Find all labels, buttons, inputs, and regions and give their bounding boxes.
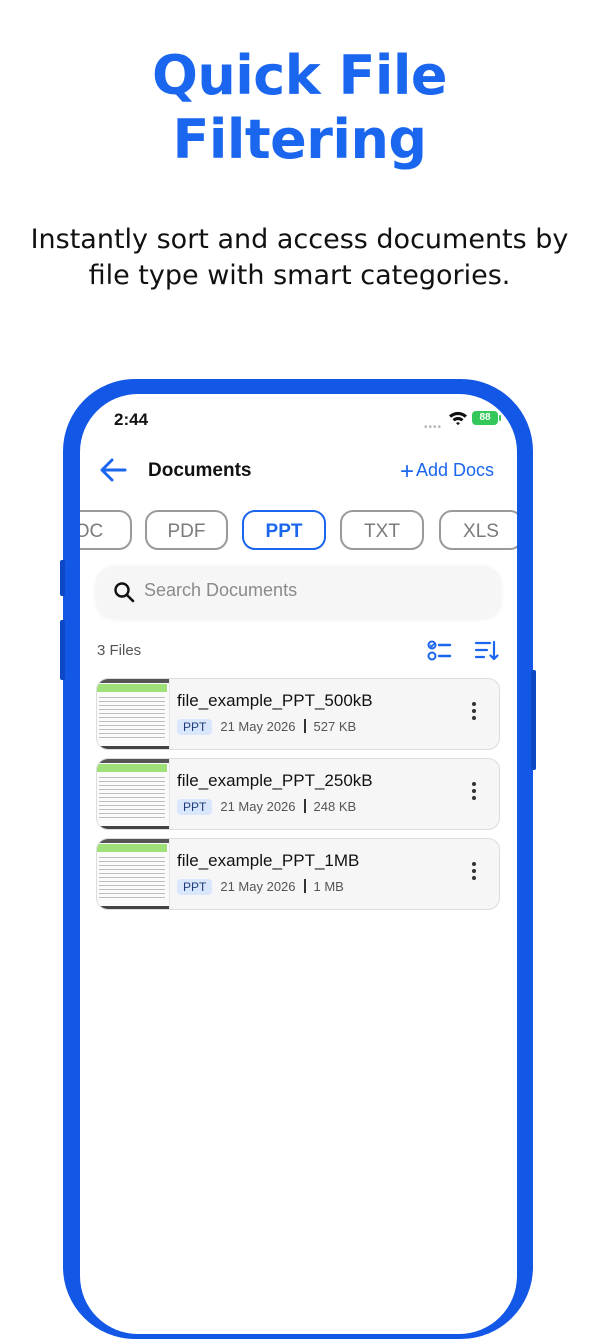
status-time: 2:44 (114, 410, 149, 429)
search-input[interactable]: Search Documents (144, 580, 297, 601)
search-bar[interactable]: Search Documents (96, 566, 501, 618)
battery-icon: 88 (472, 411, 498, 425)
phone-side-button (60, 620, 65, 680)
search-icon (114, 582, 135, 603)
file-meta: PPT 21 May 2026 527 KB (177, 719, 356, 735)
file-thumbnail (97, 679, 170, 749)
page-title: Documents (148, 460, 252, 481)
file-size: 248 KB (313, 799, 357, 814)
kebab-menu-icon[interactable] (463, 779, 485, 809)
kebab-menu-icon[interactable] (463, 859, 485, 889)
sort-icon[interactable] (474, 638, 500, 664)
file-type-badge: PPT (177, 719, 213, 735)
battery-tip (499, 415, 501, 421)
meta-divider (303, 799, 306, 813)
file-name: file_example_PPT_1MB (177, 851, 360, 870)
phone-side-button (60, 560, 65, 596)
phone-side-button (531, 670, 536, 770)
file-date: 21 May 2026 (220, 799, 296, 814)
phone-screen: 2:44 •••• 88 Documents + Add Docs OC PDF … (80, 394, 517, 1334)
subline-line-2: file type with smart categories. (88, 260, 511, 291)
headline-line-2: Filtering (172, 108, 427, 171)
add-docs-button[interactable]: + Add Docs (400, 458, 494, 486)
filter-chip-pdf[interactable]: PDF (145, 510, 228, 550)
file-thumbnail (97, 759, 170, 829)
file-meta: PPT 21 May 2026 1 MB (177, 879, 344, 895)
marketing-headline: Quick File Filtering (0, 44, 599, 172)
app-bar: Documents + Add Docs (80, 446, 517, 494)
meta-divider (303, 719, 306, 733)
marketing-subline: Instantly sort and access documents by f… (20, 222, 579, 294)
file-date: 21 May 2026 (220, 719, 296, 734)
add-docs-label: Add Docs (416, 460, 495, 480)
file-thumbnail (97, 839, 170, 909)
file-card[interactable]: file_example_PPT_250kB PPT 21 May 2026 248… (96, 758, 500, 830)
filter-chip-ppt[interactable]: PPT (242, 510, 326, 550)
file-name: file_example_PPT_250kB (177, 771, 373, 790)
select-list-icon[interactable] (426, 638, 452, 664)
file-type-badge: PPT (177, 799, 213, 815)
headline-line-1: Quick File (151, 44, 448, 107)
file-date: 21 May 2026 (220, 879, 296, 894)
subline-line-1: Instantly sort and access documents by (30, 224, 569, 255)
filter-chip-xls[interactable]: XLS (439, 510, 517, 550)
file-card[interactable]: file_example_PPT_1MB PPT 21 May 2026 1 MB (96, 838, 500, 910)
wifi-icon (449, 411, 467, 426)
status-bar: 2:44 •••• 88 (80, 394, 517, 444)
file-name: file_example_PPT_500kB (177, 691, 373, 710)
file-size: 1 MB (313, 879, 344, 894)
file-list: file_example_PPT_500kB PPT 21 May 2026 527… (96, 678, 500, 918)
kebab-menu-icon[interactable] (463, 699, 485, 729)
file-card[interactable]: file_example_PPT_500kB PPT 21 May 2026 527… (96, 678, 500, 750)
plus-icon: + (400, 458, 415, 485)
files-count: 3 Files (97, 642, 142, 659)
signal-icon: •••• (424, 422, 443, 433)
meta-divider (303, 879, 306, 893)
file-type-badge: PPT (177, 879, 213, 895)
file-meta: PPT 21 May 2026 248 KB (177, 799, 356, 815)
back-arrow-icon[interactable] (98, 456, 128, 484)
file-size: 527 KB (313, 719, 357, 734)
filter-chip-doc[interactable]: OC (80, 510, 132, 550)
filter-chips: OC PDF PPT TXT XLS (80, 510, 517, 554)
filter-chip-txt[interactable]: TXT (340, 510, 424, 550)
